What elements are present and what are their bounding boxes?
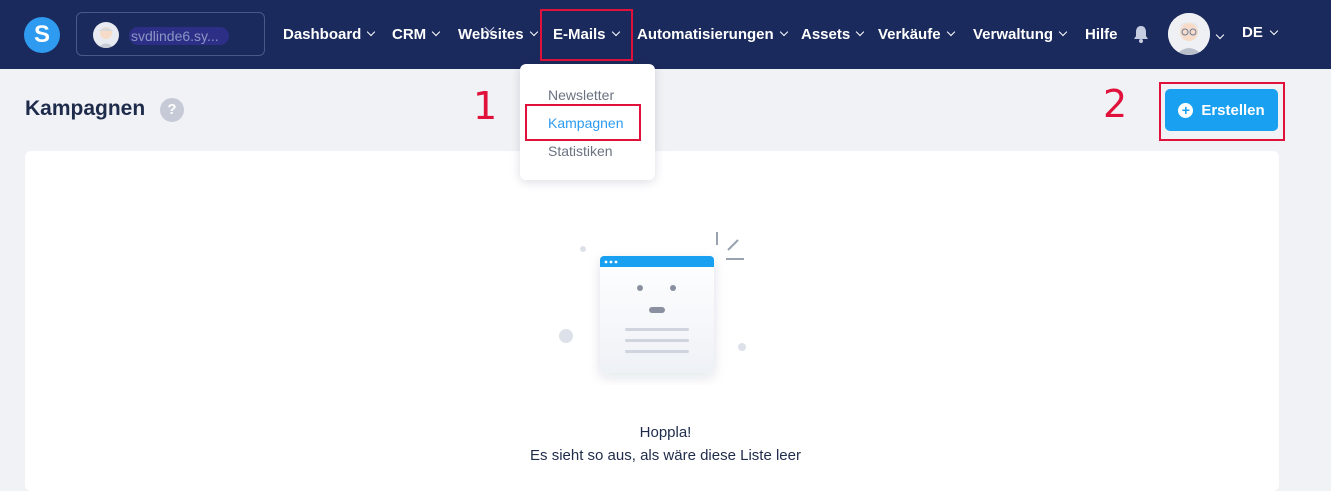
nav-hilfe-label: Hilfe: [1085, 25, 1118, 43]
nav-dashboard-label: Dashboard: [283, 25, 362, 43]
chevron-down-icon: [779, 27, 788, 37]
chevron-down-icon: [1058, 27, 1068, 37]
nav-automatisierungen-label: Automatisierungen: [637, 25, 774, 43]
account-name: svdlinde6.sy...: [129, 27, 229, 45]
bell-icon[interactable]: [1131, 24, 1151, 44]
highlight-create-button: [1159, 82, 1285, 141]
account-avatar: [93, 22, 119, 48]
chevron-down-icon: [1269, 26, 1279, 35]
nav-dashboard[interactable]: Dashboard: [283, 24, 376, 44]
account-switcher[interactable]: svdlinde6.sy...: [76, 12, 495, 56]
user-menu-chevron-icon[interactable]: [1215, 28, 1225, 46]
highlight-emails-nav: [540, 9, 633, 61]
nav-assets[interactable]: Assets: [801, 24, 865, 44]
nav-verkaeufe-label: Verkäufe: [878, 25, 941, 43]
chevron-down-icon: [855, 27, 865, 37]
empty-state-title: Hoppla!: [639, 424, 692, 441]
user-avatar[interactable]: [1168, 13, 1210, 55]
empty-state-text: Es sieht so aus, als wäre diese Liste le…: [530, 447, 801, 464]
highlight-kampagnen-item: [525, 104, 641, 141]
annotation-step-2: 2: [1103, 82, 1128, 126]
nav-crm[interactable]: CRM: [392, 24, 441, 44]
nav-verkaeufe[interactable]: Verkäufe: [878, 24, 955, 44]
chevron-down-icon: [946, 27, 955, 37]
chevron-down-icon: [431, 27, 441, 37]
chevron-down-icon: [367, 27, 376, 37]
nav-verwaltung[interactable]: Verwaltung: [973, 24, 1068, 44]
top-navigation-bar: S svdlinde6.sy... Dashboard CRM Websites…: [0, 0, 1331, 69]
chevron-down-icon: [529, 27, 538, 37]
page-title: Kampagnen: [25, 97, 146, 120]
app-logo[interactable]: S: [24, 17, 60, 53]
nav-automatisierungen[interactable]: Automatisierungen: [637, 24, 788, 44]
dropdown-item-newsletter[interactable]: Newsletter: [548, 87, 614, 103]
empty-list-illustration: [559, 232, 746, 373]
nav-verwaltung-label: Verwaltung: [973, 25, 1054, 43]
nav-crm-label: CRM: [392, 25, 427, 43]
nav-hilfe[interactable]: Hilfe: [1085, 24, 1118, 44]
language-selector[interactable]: DE: [1242, 24, 1279, 41]
nav-assets-label: Assets: [801, 25, 851, 43]
help-icon[interactable]: ?: [160, 98, 184, 122]
nav-websites-label: Websites: [458, 25, 524, 43]
language-label: DE: [1242, 24, 1263, 41]
dropdown-item-statistiken[interactable]: Statistiken: [548, 143, 613, 159]
nav-websites[interactable]: Websites: [458, 24, 538, 44]
annotation-step-1: 1: [473, 84, 498, 128]
